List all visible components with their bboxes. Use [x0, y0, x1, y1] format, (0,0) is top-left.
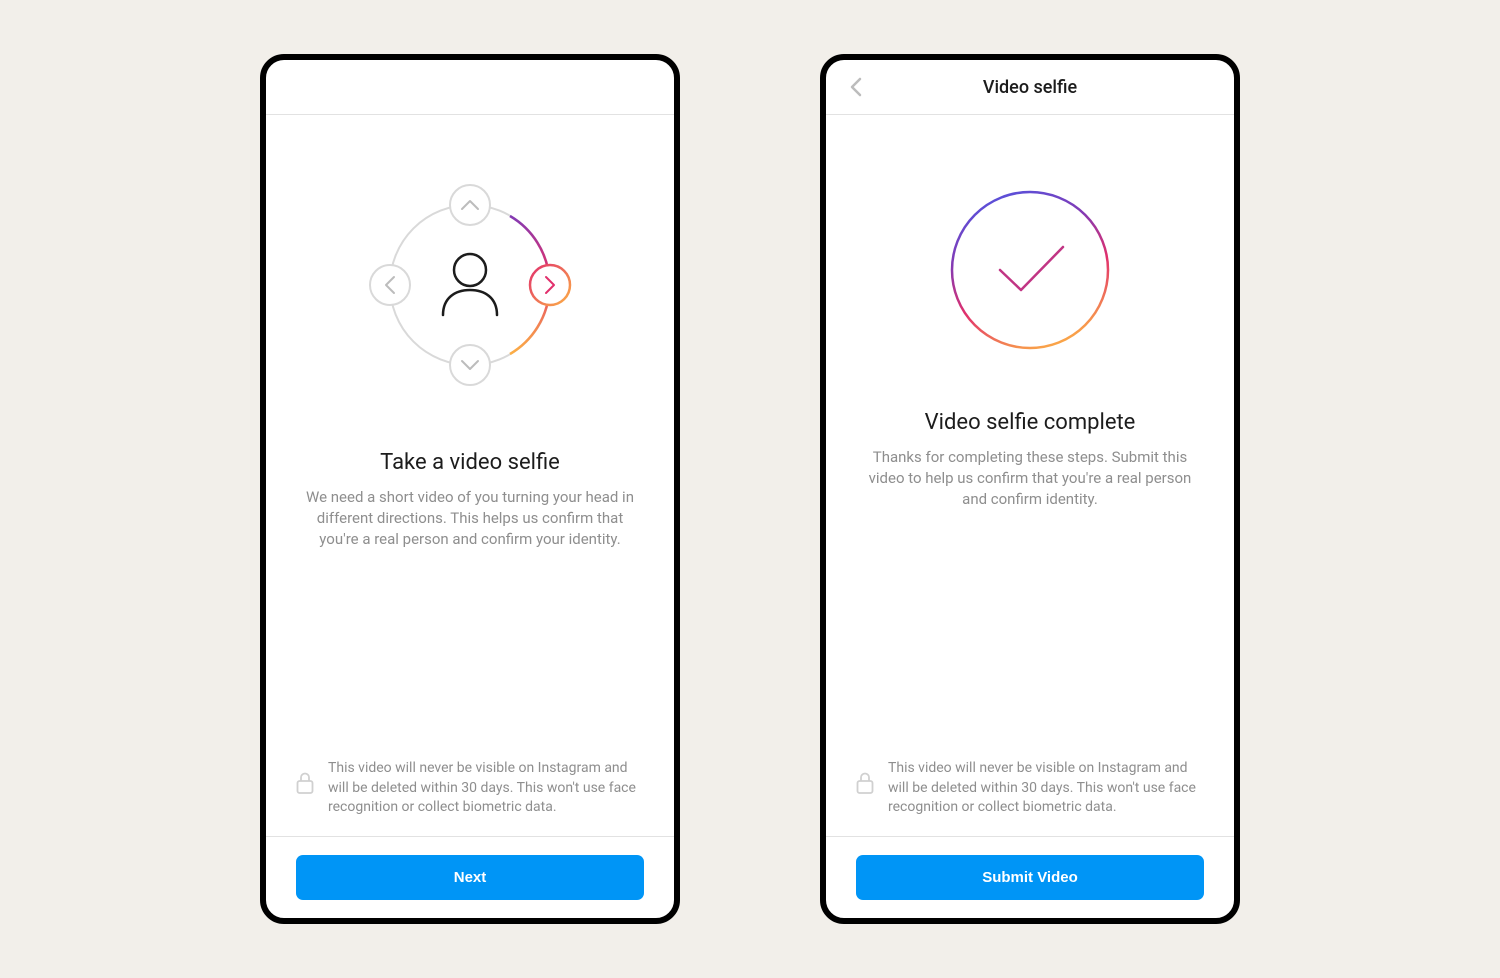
- main-subtitle-1: We need a short video of you turning you…: [296, 487, 644, 550]
- content-area-2: Video selfie complete Thanks for complet…: [826, 115, 1234, 918]
- privacy-text-1: This video will never be visible on Inst…: [328, 759, 644, 818]
- header-title: Video selfie: [983, 77, 1077, 98]
- bottom-section-1: This video will never be visible on Inst…: [296, 759, 644, 918]
- header-empty: [266, 60, 674, 115]
- back-button[interactable]: [844, 75, 868, 99]
- privacy-text-2: This video will never be visible on Inst…: [888, 759, 1204, 818]
- privacy-notice-1: This video will never be visible on Inst…: [296, 759, 644, 836]
- video-selfie-illustration: [296, 145, 644, 425]
- bottom-section-2: This video will never be visible on Inst…: [856, 759, 1204, 918]
- content-area-1: Take a video selfie We need a short vide…: [266, 115, 674, 918]
- checkmark-illustration: [856, 155, 1204, 385]
- main-title-1: Take a video selfie: [380, 450, 560, 475]
- divider-2: [826, 836, 1234, 837]
- lock-icon: [856, 771, 874, 795]
- next-button[interactable]: Next: [296, 855, 644, 900]
- lock-icon: [296, 771, 314, 795]
- privacy-notice-2: This video will never be visible on Inst…: [856, 759, 1204, 836]
- divider-1: [266, 836, 674, 837]
- phone-frame-2: Video selfie Video selfie complete Thank…: [820, 54, 1240, 924]
- main-title-2: Video selfie complete: [925, 410, 1136, 435]
- main-subtitle-2: Thanks for completing these steps. Submi…: [856, 447, 1204, 510]
- submit-video-button[interactable]: Submit Video: [856, 855, 1204, 900]
- header-2: Video selfie: [826, 60, 1234, 115]
- phone-frame-1: Take a video selfie We need a short vide…: [260, 54, 680, 924]
